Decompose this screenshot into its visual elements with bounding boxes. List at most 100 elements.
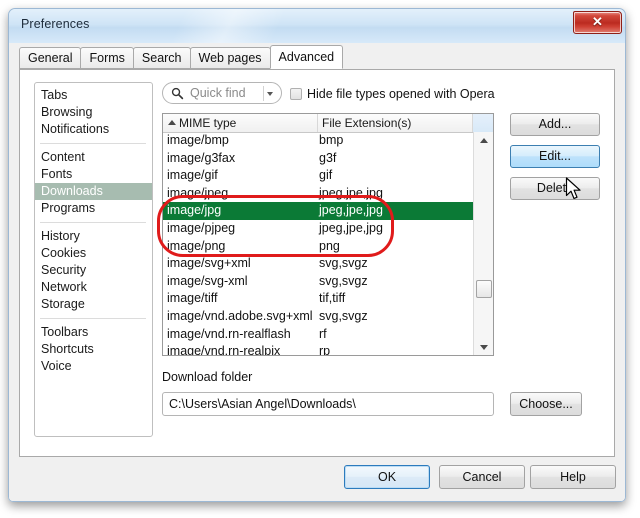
choose-folder-button[interactable]: Choose... — [510, 392, 582, 416]
sidebar-item-history[interactable]: History — [35, 228, 152, 245]
cell-mime-type: image/g3fax — [167, 150, 236, 165]
tab-search[interactable]: Search — [132, 47, 191, 69]
edit-button[interactable]: Edit... — [510, 145, 600, 168]
sidebar-item-browsing[interactable]: Browsing — [35, 104, 152, 121]
sidebar-item-downloads[interactable]: Downloads — [35, 183, 152, 200]
sidebar-item-toolbars[interactable]: Toolbars — [35, 324, 152, 341]
tab-forms[interactable]: Forms — [80, 47, 134, 69]
cell-file-extensions: svg,svgz — [319, 308, 368, 323]
cell-file-extensions: rp — [319, 344, 331, 356]
scroll-down-arrow-icon[interactable] — [474, 339, 493, 355]
column-header-mime-type[interactable]: MIME type — [163, 114, 318, 132]
sidebar-item-network[interactable]: Network — [35, 279, 152, 296]
title-bar: Preferences ✕ — [9, 9, 625, 43]
table-row[interactable]: image/bmp bmp — [163, 132, 473, 150]
cell-mime-type: image/vnd.rn-realflash — [167, 326, 291, 341]
quick-find-divider — [263, 86, 264, 101]
cancel-button[interactable]: Cancel — [439, 465, 525, 489]
sidebar-item-voice[interactable]: Voice — [35, 358, 152, 375]
column-header-mime-type-label: MIME type — [179, 116, 237, 130]
hide-filetypes-label: Hide file types opened with Opera — [307, 87, 495, 101]
column-header-file-extensions-label: File Extension(s) — [322, 116, 412, 130]
tab-web-pages[interactable]: Web pages — [189, 47, 271, 69]
titlebar-sheen — [9, 9, 625, 43]
cell-mime-type: image/svg+xml — [167, 256, 251, 271]
cell-file-extensions: g3f — [319, 150, 337, 165]
tab-panel-advanced: Tabs Browsing Notifications Content Fonts Dow… — [19, 69, 615, 457]
table-row[interactable]: image/svg-xml svg,svgz — [163, 273, 473, 291]
sidebar-item-shortcuts[interactable]: Shortcuts — [35, 341, 152, 358]
sidebar-divider — [40, 222, 146, 223]
sidebar-item-cookies[interactable]: Cookies — [35, 245, 152, 262]
quick-find-placeholder: Quick find — [190, 86, 246, 100]
sidebar-item-storage[interactable]: Storage — [35, 296, 152, 313]
sidebar-divider — [40, 318, 146, 319]
table-row[interactable]: image/svg+xml svg,svgz — [163, 255, 473, 273]
settings-category-list[interactable]: Tabs Browsing Notifications Content Fonts Dow… — [34, 82, 153, 437]
table-row[interactable]: image/g3fax g3f — [163, 150, 473, 168]
table-row[interactable]: image/jpeg jpeg,jpe,jpg — [163, 185, 473, 203]
cell-mime-type: image/svg-xml — [167, 273, 248, 288]
sidebar-item-fonts[interactable]: Fonts — [35, 166, 152, 183]
dialog-body: General Forms Search Web pages Advanced Tabs… — [9, 43, 625, 501]
sidebar-item-tabs[interactable]: Tabs — [35, 87, 152, 104]
cell-mime-type: image/jpeg — [167, 185, 229, 200]
sidebar-item-programs[interactable]: Programs — [35, 200, 152, 217]
cell-mime-type: image/bmp — [167, 133, 229, 147]
cell-file-extensions: bmp — [319, 133, 344, 147]
scrollbar-thumb[interactable] — [476, 280, 492, 298]
table-row[interactable]: image/vnd.rn-realflash rf — [163, 326, 473, 344]
cell-file-extensions: jpeg,jpe,jpg — [319, 185, 383, 200]
cell-file-extensions: svg,svgz — [319, 273, 368, 288]
table-row[interactable]: image/png png — [163, 238, 473, 256]
cell-mime-type: image/jpg — [167, 203, 222, 218]
scroll-up-arrow-icon[interactable] — [474, 132, 493, 149]
sidebar-item-content[interactable]: Content — [35, 149, 152, 166]
table-row[interactable]: image/pjpeg jpeg,jpe,jpg — [163, 220, 473, 238]
preferences-window: Preferences ✕ General Forms Search Web page… — [8, 8, 626, 502]
table-row[interactable]: image/jpg jpeg,jpe,jpg — [163, 202, 473, 220]
delete-button[interactable]: Delete — [510, 177, 600, 200]
table-row[interactable]: image/tiff tif,tiff — [163, 290, 473, 308]
tab-general[interactable]: General — [19, 47, 82, 69]
hide-filetypes-checkbox[interactable] — [290, 88, 302, 100]
cell-mime-type: image/pjpeg — [167, 220, 236, 235]
table-header-row: MIME type File Extension(s) — [163, 114, 493, 133]
cell-mime-type: image/gif — [167, 168, 218, 183]
ok-button[interactable]: OK — [344, 465, 430, 489]
sort-ascending-icon — [168, 120, 176, 125]
triangle-up-icon — [480, 138, 488, 143]
triangle-down-icon — [480, 345, 488, 350]
tab-bar: General Forms Search Web pages Advanced — [19, 45, 615, 71]
tab-advanced[interactable]: Advanced — [269, 45, 344, 69]
cell-file-extensions: tif,tiff — [319, 291, 346, 306]
download-folder-label: Download folder — [162, 370, 253, 384]
table-row[interactable]: image/gif gif — [163, 167, 473, 185]
table-scrollbar[interactable] — [473, 132, 493, 355]
download-folder-input[interactable]: C:\Users\Asian Angel\Downloads\ — [162, 392, 494, 416]
cell-file-extensions: png — [319, 238, 340, 253]
quick-find-input[interactable]: Quick find — [162, 82, 282, 104]
cell-mime-type: image/tiff — [167, 291, 218, 306]
cell-mime-type: image/vnd.rn-realpix — [167, 344, 281, 356]
chevron-down-icon[interactable] — [267, 92, 273, 96]
sidebar-item-notifications[interactable]: Notifications — [35, 121, 152, 138]
window-title: Preferences — [21, 17, 90, 31]
column-header-filler — [473, 114, 493, 132]
cell-mime-type: image/png — [167, 238, 226, 253]
table-body: image/bmp bmp image/g3fax g3f image/gif gif im… — [163, 132, 473, 356]
cell-file-extensions: gif — [319, 168, 333, 183]
cell-file-extensions: svg,svgz — [319, 256, 368, 271]
add-button[interactable]: Add... — [510, 113, 600, 136]
column-header-file-extensions[interactable]: File Extension(s) — [318, 114, 473, 132]
close-icon[interactable]: ✕ — [573, 11, 622, 34]
mime-type-table[interactable]: MIME type File Extension(s) image/bmp bmp… — [162, 113, 494, 356]
table-row[interactable]: image/vnd.rn-realpix rp — [163, 343, 473, 356]
help-button[interactable]: Help — [530, 465, 616, 489]
sidebar-item-security[interactable]: Security — [35, 262, 152, 279]
table-row[interactable]: image/vnd.adobe.svg+xml svg,svgz — [163, 308, 473, 326]
hide-filetypes-checkbox-row[interactable]: Hide file types opened with Opera — [290, 85, 495, 102]
cell-file-extensions: jpeg,jpe,jpg — [319, 203, 383, 218]
cell-mime-type: image/vnd.adobe.svg+xml — [167, 308, 313, 323]
search-icon — [171, 87, 184, 100]
